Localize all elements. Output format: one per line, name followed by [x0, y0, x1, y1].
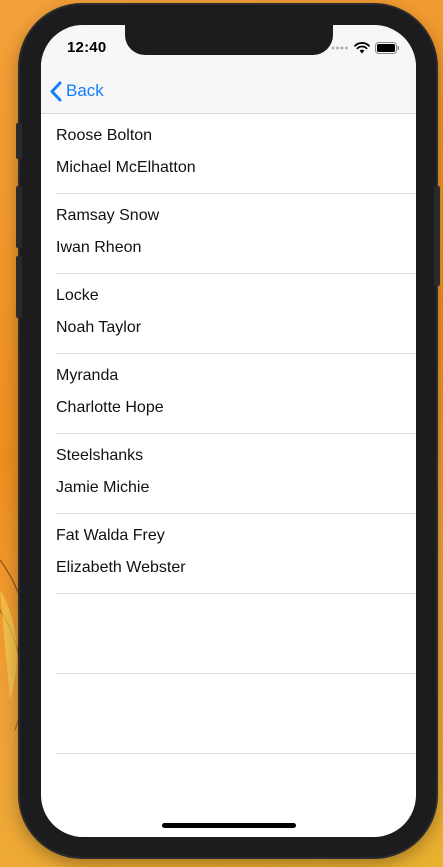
actor-name: Michael McElhatton — [56, 159, 196, 176]
list-item[interactable]: Ramsay Snow Iwan Rheon — [56, 194, 416, 274]
list-item[interactable]: Roose Bolton Michael McElhatton — [56, 114, 416, 194]
back-button[interactable]: Back — [49, 77, 104, 105]
status-icons — [331, 42, 400, 54]
battery-icon — [375, 42, 400, 54]
list-item[interactable]: Steelshanks Jamie Michie — [56, 434, 416, 514]
cellular-dots-icon — [331, 46, 348, 50]
actor-name: Iwan Rheon — [56, 239, 142, 256]
list-item[interactable]: Locke Noah Taylor — [56, 274, 416, 354]
list-item[interactable]: Fat Walda Frey Elizabeth Webster — [56, 514, 416, 594]
actor-name: Noah Taylor — [56, 319, 142, 336]
character-name: Fat Walda Frey — [56, 527, 165, 544]
character-name: Steelshanks — [56, 447, 144, 464]
character-name: Roose Bolton — [56, 127, 153, 144]
volume-up-button — [16, 186, 22, 248]
empty-list-item — [56, 674, 416, 754]
character-name: Locke — [56, 287, 99, 304]
list-item[interactable]: Myranda Charlotte Hope — [56, 354, 416, 434]
status-time: 12:40 — [67, 39, 107, 56]
character-list: Roose Bolton Michael McElhatton Ramsay S… — [41, 114, 416, 754]
back-label: Back — [66, 81, 104, 100]
character-name: Myranda — [56, 367, 119, 384]
wifi-icon — [354, 42, 370, 54]
device-notch — [125, 25, 333, 55]
volume-down-button — [16, 256, 22, 318]
navigation-bar: Back — [41, 69, 416, 114]
device-screen: 12:40 Back Roose Bolton Michael McElhatt… — [41, 25, 416, 837]
character-name: Ramsay Snow — [56, 207, 160, 224]
power-button — [434, 186, 440, 286]
actor-name: Charlotte Hope — [56, 399, 164, 416]
actor-name: Elizabeth Webster — [56, 559, 186, 576]
home-indicator[interactable] — [162, 823, 296, 828]
chevron-left-icon — [50, 81, 62, 101]
empty-list-item — [56, 594, 416, 674]
actor-name: Jamie Michie — [56, 479, 150, 496]
mute-switch — [16, 123, 22, 159]
